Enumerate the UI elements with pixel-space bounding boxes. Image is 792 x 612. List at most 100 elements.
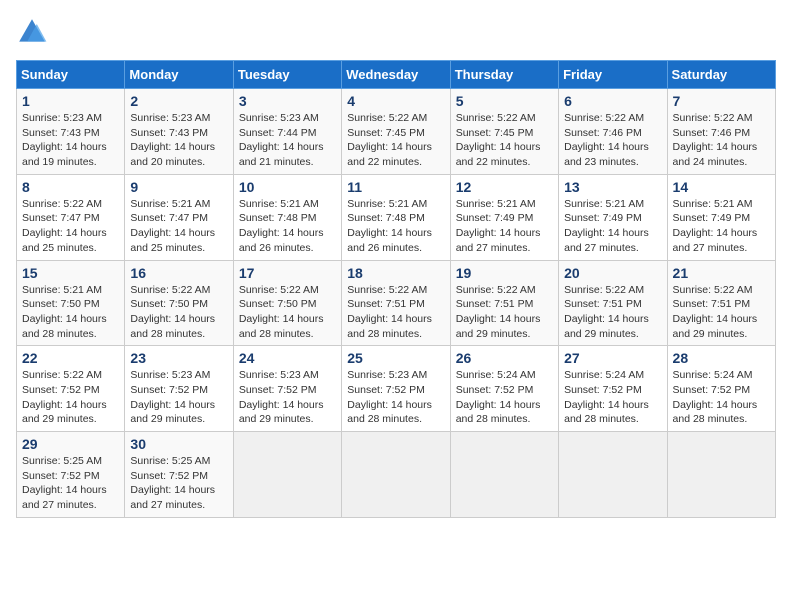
day-info: Sunrise: 5:22 AMSunset: 7:50 PMDaylight:… (239, 283, 336, 342)
empty-cell (667, 432, 775, 518)
calendar-week-row: 8 Sunrise: 5:22 AMSunset: 7:47 PMDaylight… (17, 174, 776, 260)
logo (16, 16, 52, 48)
day-number: 4 (347, 93, 444, 109)
header-saturday: Saturday (667, 61, 775, 89)
logo-icon (16, 16, 48, 48)
day-number: 20 (564, 265, 661, 281)
day-number: 13 (564, 179, 661, 195)
table-row: 7 Sunrise: 5:22 AMSunset: 7:46 PMDaylight… (667, 89, 775, 175)
day-info: Sunrise: 5:24 AMSunset: 7:52 PMDaylight:… (564, 368, 661, 427)
day-info: Sunrise: 5:23 AMSunset: 7:44 PMDaylight:… (239, 111, 336, 170)
day-number: 22 (22, 350, 119, 366)
table-row: 4 Sunrise: 5:22 AMSunset: 7:45 PMDaylight… (342, 89, 450, 175)
day-number: 26 (456, 350, 553, 366)
empty-cell (559, 432, 667, 518)
table-row: 23Sunrise: 5:23 AMSunset: 7:52 PMDayligh… (125, 346, 233, 432)
day-info: Sunrise: 5:22 AMSunset: 7:47 PMDaylight:… (22, 197, 119, 256)
table-row: 2Sunrise: 5:23 AMSunset: 7:43 PMDaylight… (125, 89, 233, 175)
table-row: 3 Sunrise: 5:23 AMSunset: 7:44 PMDaylight… (233, 89, 341, 175)
day-info: Sunrise: 5:21 AMSunset: 7:47 PMDaylight:… (130, 197, 227, 256)
table-row: 29Sunrise: 5:25 AMSunset: 7:52 PMDayligh… (17, 432, 125, 518)
table-row: 5 Sunrise: 5:22 AMSunset: 7:45 PMDaylight… (450, 89, 558, 175)
day-info: Sunrise: 5:22 AMSunset: 7:50 PMDaylight:… (130, 283, 227, 342)
table-row: 26 Sunrise: 5:24 AMSunset: 7:52 PMDayligh… (450, 346, 558, 432)
table-row: 12Sunrise: 5:21 AMSunset: 7:49 PMDayligh… (450, 174, 558, 260)
table-row: 14 Sunrise: 5:21 AMSunset: 7:49 PMDayligh… (667, 174, 775, 260)
day-number: 3 (239, 93, 336, 109)
day-number: 30 (130, 436, 227, 452)
header-friday: Friday (559, 61, 667, 89)
day-info: Sunrise: 5:22 AMSunset: 7:45 PMDaylight:… (456, 111, 553, 170)
day-info: Sunrise: 5:24 AMSunset: 7:52 PMDaylight:… (673, 368, 770, 427)
day-info: Sunrise: 5:22 AMSunset: 7:46 PMDaylight:… (673, 111, 770, 170)
day-number: 17 (239, 265, 336, 281)
day-info: Sunrise: 5:21 AMSunset: 7:48 PMDaylight:… (239, 197, 336, 256)
day-number: 16 (130, 265, 227, 281)
day-info: Sunrise: 5:22 AMSunset: 7:51 PMDaylight:… (456, 283, 553, 342)
day-info: Sunrise: 5:21 AMSunset: 7:48 PMDaylight:… (347, 197, 444, 256)
table-row: 6Sunrise: 5:22 AMSunset: 7:46 PMDaylight… (559, 89, 667, 175)
day-number: 15 (22, 265, 119, 281)
table-row: 21 Sunrise: 5:22 AMSunset: 7:51 PMDayligh… (667, 260, 775, 346)
table-row: 25 Sunrise: 5:23 AMSunset: 7:52 PMDayligh… (342, 346, 450, 432)
day-info: Sunrise: 5:23 AMSunset: 7:43 PMDaylight:… (130, 111, 227, 170)
header-thursday: Thursday (450, 61, 558, 89)
table-row: 19 Sunrise: 5:22 AMSunset: 7:51 PMDayligh… (450, 260, 558, 346)
header-wednesday: Wednesday (342, 61, 450, 89)
day-number: 24 (239, 350, 336, 366)
day-info: Sunrise: 5:22 AMSunset: 7:51 PMDaylight:… (347, 283, 444, 342)
table-row: 11 Sunrise: 5:21 AMSunset: 7:48 PMDayligh… (342, 174, 450, 260)
table-row: 22 Sunrise: 5:22 AMSunset: 7:52 PMDayligh… (17, 346, 125, 432)
day-number: 11 (347, 179, 444, 195)
header-tuesday: Tuesday (233, 61, 341, 89)
table-row: 17 Sunrise: 5:22 AMSunset: 7:50 PMDayligh… (233, 260, 341, 346)
day-number: 19 (456, 265, 553, 281)
empty-cell (233, 432, 341, 518)
day-info: Sunrise: 5:23 AMSunset: 7:52 PMDaylight:… (239, 368, 336, 427)
day-info: Sunrise: 5:25 AMSunset: 7:52 PMDaylight:… (22, 454, 119, 513)
day-number: 23 (130, 350, 227, 366)
day-info: Sunrise: 5:21 AMSunset: 7:50 PMDaylight:… (22, 283, 119, 342)
calendar-week-row: 29Sunrise: 5:25 AMSunset: 7:52 PMDayligh… (17, 432, 776, 518)
day-number: 7 (673, 93, 770, 109)
table-row: 27 Sunrise: 5:24 AMSunset: 7:52 PMDayligh… (559, 346, 667, 432)
table-row: 15 Sunrise: 5:21 AMSunset: 7:50 PMDayligh… (17, 260, 125, 346)
day-number: 8 (22, 179, 119, 195)
table-row: 18 Sunrise: 5:22 AMSunset: 7:51 PMDayligh… (342, 260, 450, 346)
day-number: 21 (673, 265, 770, 281)
table-row: 20 Sunrise: 5:22 AMSunset: 7:51 PMDayligh… (559, 260, 667, 346)
day-info: Sunrise: 5:22 AMSunset: 7:46 PMDaylight:… (564, 111, 661, 170)
table-row: 30Sunrise: 5:25 AMSunset: 7:52 PMDayligh… (125, 432, 233, 518)
calendar-week-row: 1Sunrise: 5:23 AMSunset: 7:43 PMDaylight… (17, 89, 776, 175)
day-number: 27 (564, 350, 661, 366)
table-row: 16 Sunrise: 5:22 AMSunset: 7:50 PMDayligh… (125, 260, 233, 346)
day-info: Sunrise: 5:22 AMSunset: 7:52 PMDaylight:… (22, 368, 119, 427)
empty-cell (450, 432, 558, 518)
table-row: 10Sunrise: 5:21 AMSunset: 7:48 PMDayligh… (233, 174, 341, 260)
day-number: 14 (673, 179, 770, 195)
day-number: 12 (456, 179, 553, 195)
table-row: 28 Sunrise: 5:24 AMSunset: 7:52 PMDayligh… (667, 346, 775, 432)
day-info: Sunrise: 5:21 AMSunset: 7:49 PMDaylight:… (673, 197, 770, 256)
header-row: SundayMondayTuesdayWednesdayThursdayFrid… (17, 61, 776, 89)
calendar-week-row: 22 Sunrise: 5:22 AMSunset: 7:52 PMDayligh… (17, 346, 776, 432)
day-info: Sunrise: 5:23 AMSunset: 7:43 PMDaylight:… (22, 111, 119, 170)
table-row: 24 Sunrise: 5:23 AMSunset: 7:52 PMDayligh… (233, 346, 341, 432)
table-row: 9 Sunrise: 5:21 AMSunset: 7:47 PMDaylight… (125, 174, 233, 260)
day-info: Sunrise: 5:23 AMSunset: 7:52 PMDaylight:… (347, 368, 444, 427)
day-info: Sunrise: 5:24 AMSunset: 7:52 PMDaylight:… (456, 368, 553, 427)
header-sunday: Sunday (17, 61, 125, 89)
day-info: Sunrise: 5:22 AMSunset: 7:51 PMDaylight:… (673, 283, 770, 342)
day-number: 18 (347, 265, 444, 281)
calendar-week-row: 15 Sunrise: 5:21 AMSunset: 7:50 PMDayligh… (17, 260, 776, 346)
day-number: 9 (130, 179, 227, 195)
day-number: 25 (347, 350, 444, 366)
day-info: Sunrise: 5:22 AMSunset: 7:51 PMDaylight:… (564, 283, 661, 342)
header-monday: Monday (125, 61, 233, 89)
day-number: 28 (673, 350, 770, 366)
day-number: 5 (456, 93, 553, 109)
table-row: 8 Sunrise: 5:22 AMSunset: 7:47 PMDaylight… (17, 174, 125, 260)
table-row: 13Sunrise: 5:21 AMSunset: 7:49 PMDayligh… (559, 174, 667, 260)
page-header (16, 16, 776, 48)
day-info: Sunrise: 5:22 AMSunset: 7:45 PMDaylight:… (347, 111, 444, 170)
